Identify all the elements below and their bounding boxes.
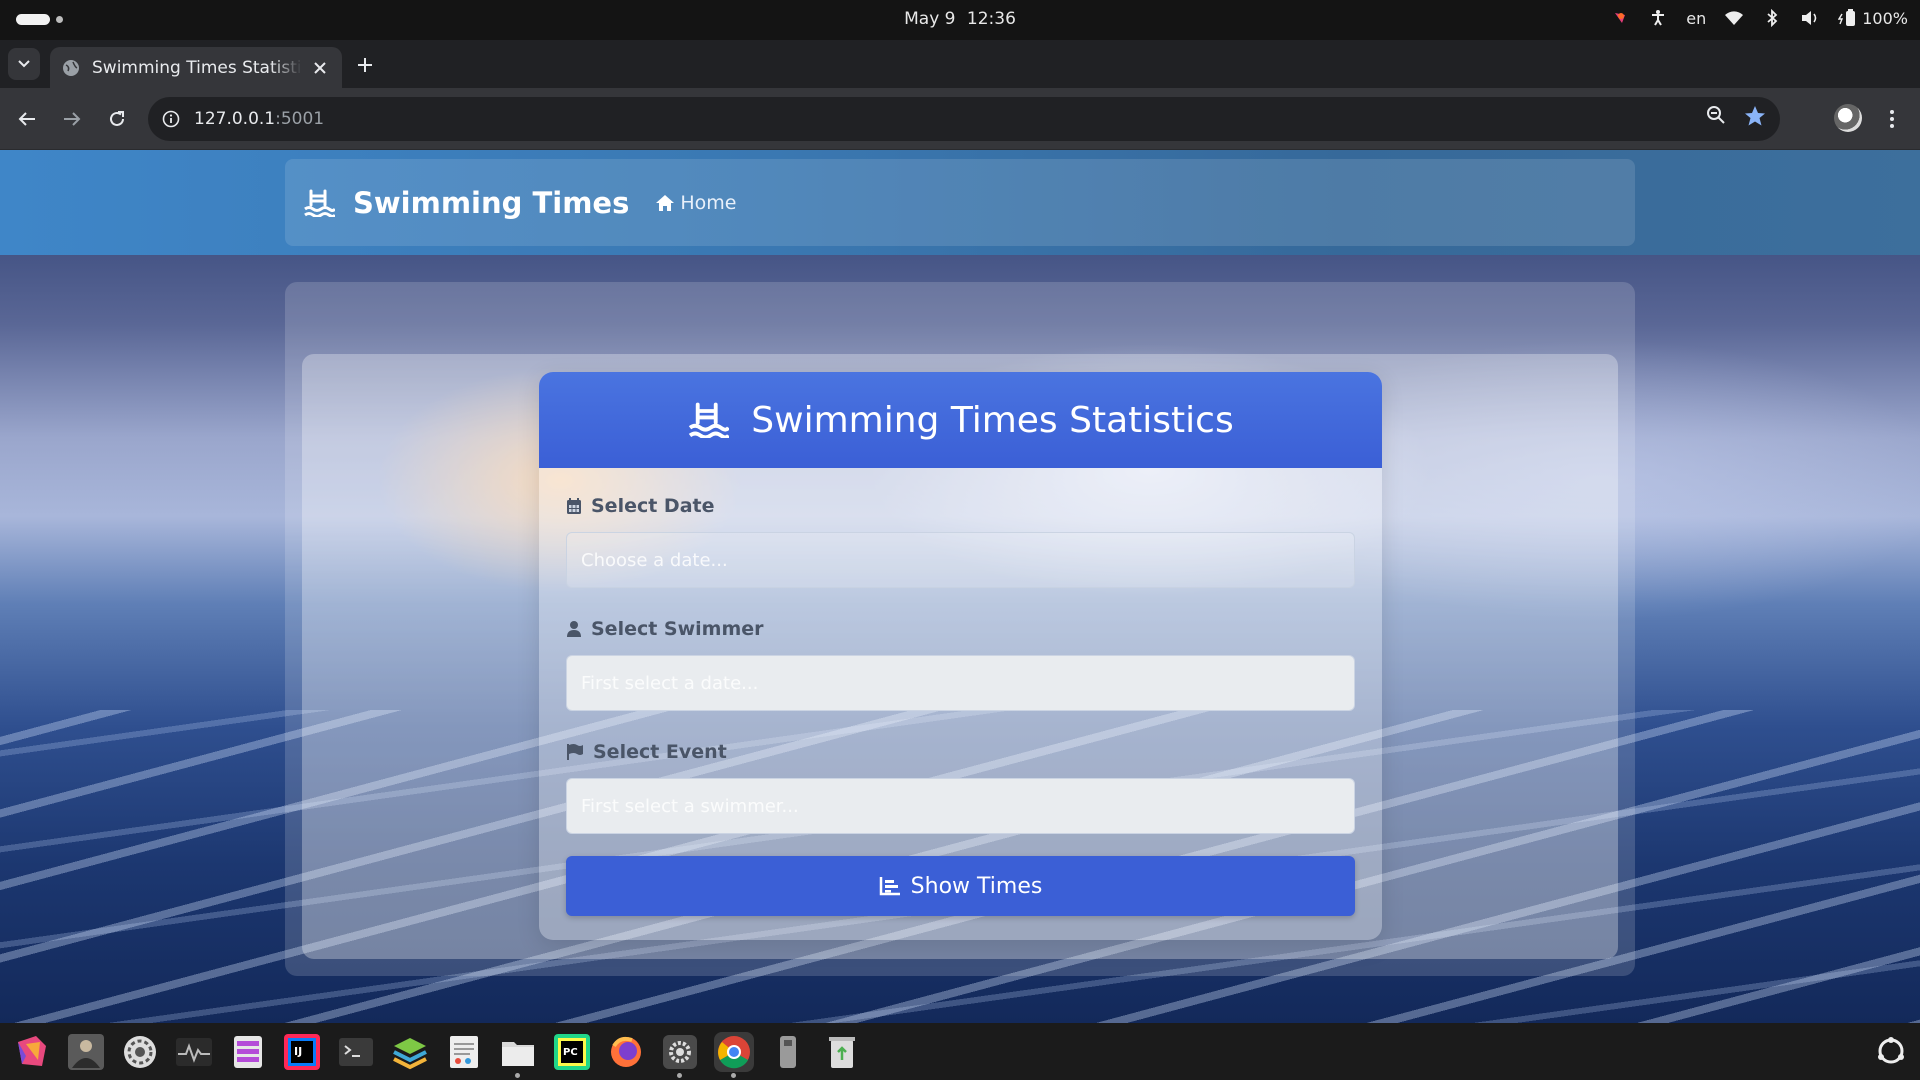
zoom-button[interactable] [1706, 105, 1726, 132]
swimmer-select[interactable] [566, 655, 1355, 711]
event-label-text: Select Event [593, 741, 727, 763]
system-top-bar: May 9 12:36 en 100% [0, 0, 1920, 40]
photo-app-icon[interactable] [66, 1032, 106, 1072]
show-apps-icon[interactable] [1876, 1036, 1906, 1066]
form-title: Swimming Times Statistics [751, 399, 1234, 441]
form-body: Select Date Select Swimmer Select Event [539, 468, 1382, 916]
event-select[interactable] [566, 778, 1355, 834]
bar-chart-icon [879, 877, 900, 896]
nav-link-home[interactable]: Home [655, 192, 736, 214]
back-button[interactable] [12, 104, 42, 134]
tab-swimming-times[interactable]: Swimming Times Statistics [50, 47, 342, 88]
files-icon[interactable] [498, 1032, 538, 1078]
close-icon [314, 61, 326, 74]
arrow-right-icon [64, 112, 81, 126]
system-monitor-icon[interactable] [174, 1032, 214, 1072]
chrome-icon[interactable] [714, 1031, 754, 1078]
stats-form-card: Swimming Times Statistics Select Date Se… [539, 372, 1382, 940]
trash-icon[interactable] [822, 1032, 862, 1072]
forward-button[interactable] [57, 104, 87, 134]
form-header: Swimming Times Statistics [539, 372, 1382, 468]
profile-avatar[interactable] [1834, 104, 1862, 132]
calendar-icon [567, 498, 581, 514]
kebab-menu-icon [1890, 110, 1894, 128]
reload-button[interactable] [102, 104, 132, 134]
app-launcher-icon[interactable] [12, 1032, 52, 1072]
browser-menu-button[interactable] [1877, 104, 1907, 134]
svg-text:PC: PC [563, 1047, 578, 1058]
site-info-icon[interactable] [162, 110, 180, 128]
show-times-label: Show Times [910, 873, 1043, 899]
settings-dial-icon[interactable] [120, 1032, 160, 1072]
new-tab-button[interactable] [352, 52, 378, 78]
battery-indicator[interactable]: 100% [1838, 9, 1908, 28]
globe-icon [63, 59, 79, 76]
plus-icon [358, 58, 372, 72]
swimmer-icon [689, 402, 730, 438]
settings-icon[interactable] [660, 1032, 700, 1078]
text-editor-icon[interactable] [444, 1032, 484, 1072]
tab-search-button[interactable] [8, 48, 40, 80]
color-picker-indicator-icon[interactable] [1610, 8, 1630, 28]
chevron-down-icon [18, 60, 30, 68]
date-input[interactable] [566, 532, 1355, 588]
system-status-area[interactable]: en 100% [1610, 8, 1908, 28]
keyboard-language[interactable]: en [1686, 9, 1706, 28]
layers-app-icon[interactable] [390, 1032, 430, 1072]
date-label-text: Select Date [591, 495, 715, 517]
database-icon[interactable] [228, 1032, 268, 1072]
swimmer-label-text: Select Swimmer [591, 618, 764, 640]
swimmer-icon [304, 189, 335, 217]
nav-home-label: Home [680, 191, 737, 214]
event-label: Select Event [566, 740, 1355, 764]
terminal-icon[interactable] [336, 1032, 376, 1072]
swimmer-label: Select Swimmer [566, 617, 1355, 641]
navbar-band: Swimming Times Home [0, 150, 1920, 255]
volume-icon[interactable] [1800, 8, 1820, 28]
bookmark-button[interactable] [1744, 105, 1766, 132]
intellij-icon[interactable]: IJ [282, 1032, 322, 1072]
reload-icon [110, 111, 124, 126]
flag-icon [567, 744, 583, 760]
running-indicator [515, 1072, 520, 1078]
address-bar[interactable]: 127.0.0.1:5001 [148, 97, 1780, 141]
user-icon [567, 621, 581, 637]
arrow-left-icon [18, 112, 35, 126]
show-times-button[interactable]: Show Times [566, 856, 1355, 916]
svg-text:IJ: IJ [294, 1045, 302, 1058]
web-page: Swimming Times Home Swimming Times Stati… [0, 150, 1920, 1023]
browser-toolbar: 127.0.0.1:5001 [0, 88, 1920, 150]
clock-date: May 9 [904, 9, 956, 29]
wifi-icon[interactable] [1724, 8, 1744, 28]
accessibility-icon[interactable] [1648, 8, 1668, 28]
running-indicator [677, 1072, 682, 1078]
pycharm-icon[interactable]: PC [552, 1032, 592, 1072]
site-brand[interactable]: Swimming Times [303, 186, 629, 220]
url-port: :5001 [275, 109, 325, 129]
bluetooth-icon[interactable] [1762, 8, 1782, 28]
firefox-icon[interactable] [606, 1032, 646, 1072]
omnibox-actions [1706, 105, 1766, 132]
swimmer-field-group: Select Swimmer [566, 617, 1355, 711]
brand-name: Swimming Times [353, 185, 630, 220]
tab-title: Swimming Times Statistics [92, 57, 302, 78]
tab-close-button[interactable] [310, 58, 330, 78]
clock-time: 12:36 [966, 9, 1016, 29]
taskbar-dock: IJ PC [0, 1023, 1920, 1080]
date-label: Select Date [566, 494, 1355, 518]
site-navbar: Swimming Times Home [285, 159, 1635, 246]
event-field-group: Select Event [566, 740, 1355, 834]
battery-percent: 100% [1862, 8, 1908, 28]
usb-drive-icon[interactable] [768, 1032, 808, 1072]
url-host: 127.0.0.1 [194, 109, 276, 129]
running-indicator [731, 1072, 736, 1078]
date-field-group: Select Date [566, 494, 1355, 588]
home-icon [656, 194, 675, 211]
star-icon [1745, 106, 1765, 126]
browser-tab-strip: Swimming Times Statistics [0, 40, 1920, 88]
battery-icon [1838, 9, 1856, 26]
zoom-icon [1707, 106, 1725, 124]
